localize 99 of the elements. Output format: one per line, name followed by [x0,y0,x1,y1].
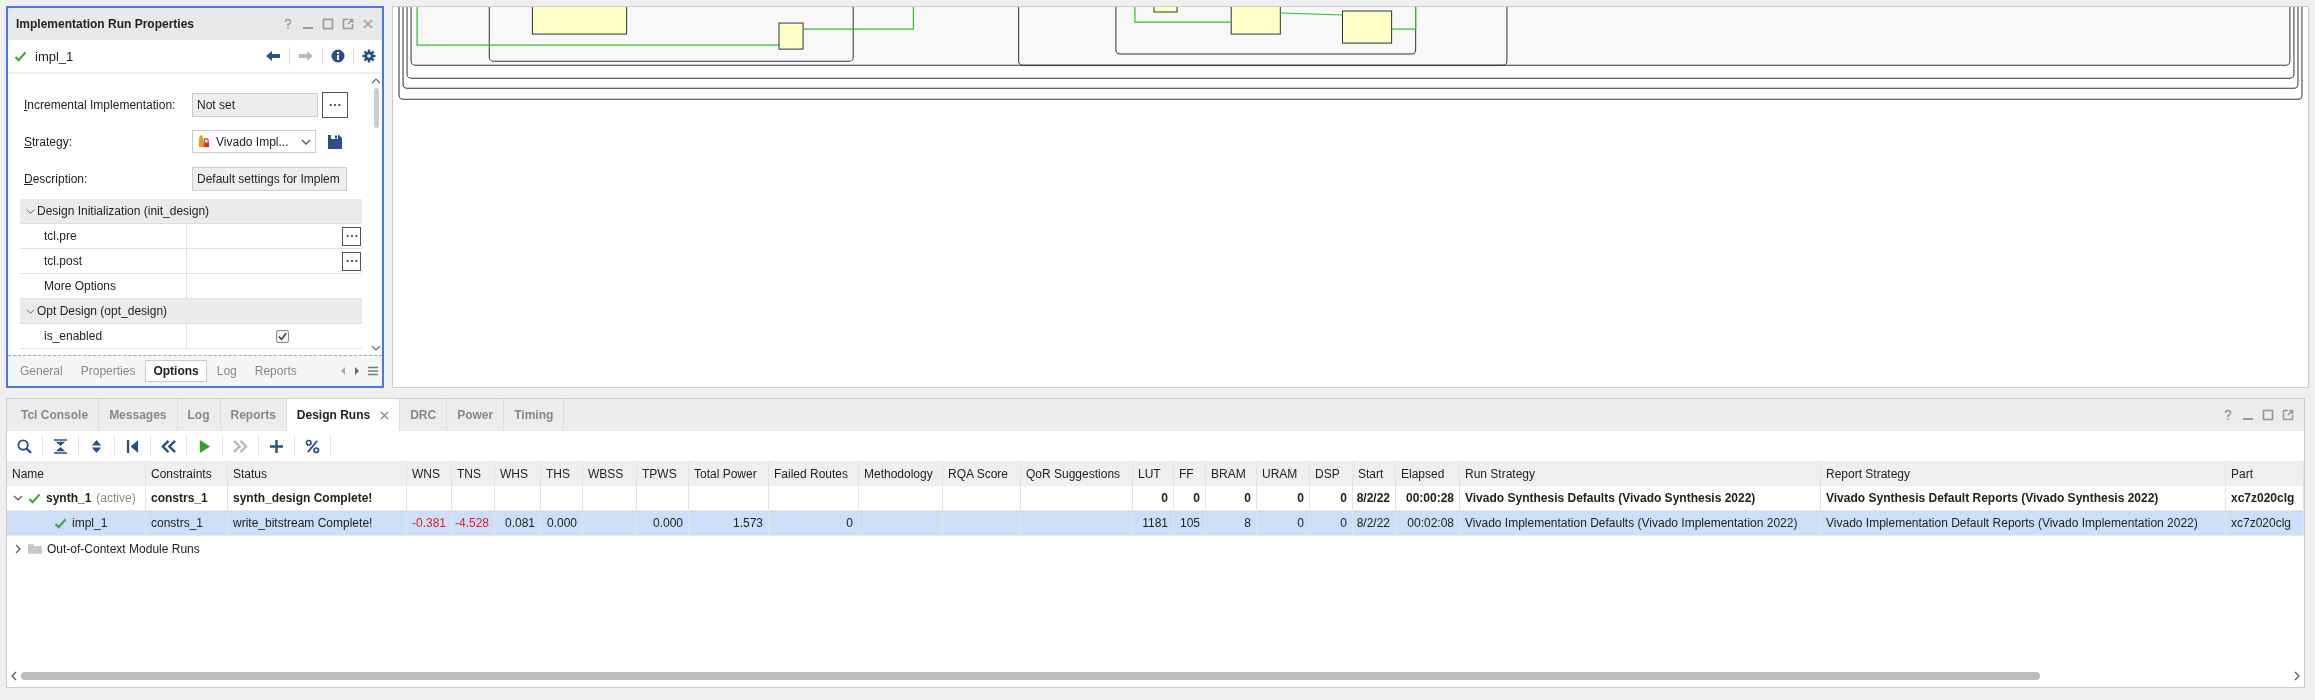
collapse-all-icon[interactable] [53,438,68,454]
column-header[interactable]: FF [1174,461,1206,486]
column-header[interactable]: Start [1353,461,1396,486]
column-header[interactable]: LUT [1133,461,1174,486]
table-cell: 0.000 [541,511,583,536]
run-name: impl_1 [35,48,75,64]
ellipsis-icon [344,234,359,238]
table-cell [583,511,637,536]
run-name[interactable]: synth_1 [46,491,92,505]
active-tag: (active) [96,491,136,505]
scroll-left-icon[interactable] [11,671,17,681]
expand-toggle-icon[interactable] [26,306,35,316]
expand-all-icon[interactable] [89,438,104,454]
column-header[interactable]: Constraints [146,461,228,486]
expand-toggle-icon[interactable] [26,206,35,216]
browse-button[interactable] [342,226,361,246]
caret-icon [301,138,311,145]
back-arrow-icon[interactable] [265,50,281,62]
column-header[interactable]: Name [7,461,146,486]
column-header[interactable]: WHS [495,461,541,486]
table-cell: xc7z020clg [2226,511,2304,536]
checkbox[interactable] [276,329,289,343]
table-cell: 0 [1310,511,1353,536]
column-header[interactable]: BRAM [1206,461,1257,486]
column-header[interactable]: URAM [1257,461,1310,486]
add-icon[interactable] [269,438,284,454]
percent-icon[interactable] [305,438,320,454]
table-row[interactable] [7,511,2304,536]
scroll-up-icon[interactable] [371,78,381,84]
panel-tab[interactable]: Design Runs [286,399,401,431]
first-icon[interactable] [125,438,140,454]
menu-icon[interactable] [368,366,378,376]
field-label: Strategy: [23,134,74,149]
table-cell: -4.528 [452,511,495,536]
table-cell: 1181 [1133,511,1174,536]
expand-toggle-icon[interactable] [13,493,23,503]
column-header[interactable]: THS [541,461,583,486]
panel-tab[interactable]: Options [145,360,207,382]
browse-button[interactable] [322,91,348,118]
run-name[interactable]: Out-of-Context Module Runs [47,541,200,556]
table-cell: -0.381 [407,511,452,536]
table-cell: write_bitstream Complete! [228,511,407,536]
scroll-down-icon[interactable] [371,345,381,351]
description-field[interactable]: Default settings for Implem [192,166,347,191]
table-cell: 0 [1257,511,1310,536]
option-name: More Options [20,274,187,298]
ellipsis-icon [344,259,359,263]
lock-icon [197,135,210,148]
incremental-field[interactable]: Not set [192,92,318,117]
column-header[interactable]: Methodology [859,461,943,486]
column-header[interactable]: WBSS [583,461,637,486]
scrollbar-thumb[interactable] [373,88,379,128]
table-cell: Vivado Implementation Defaults (Vivado Implementation 2022) [1460,511,1821,536]
table-cell: 1.573 [689,511,769,536]
column-header[interactable]: DSP [1310,461,1353,486]
column-header[interactable]: Total Power [689,461,769,486]
panel-title: Implementation Run Properties [16,17,196,31]
column-header[interactable]: Elapsed [1396,461,1460,486]
scroll-right-icon[interactable] [2294,671,2300,681]
field-label: Description: [23,171,89,186]
table-cell: 8/2/22 [1353,511,1396,536]
folder-icon [28,543,42,554]
run-name[interactable]: impl_1 [72,516,108,530]
option-name: is_enabled [20,324,187,348]
table-cell: 105 [1174,511,1206,536]
column-header[interactable]: Status [228,461,407,486]
table-cell: constrs_1 [146,511,228,536]
column-header[interactable]: Part [2226,461,2304,486]
column-header[interactable]: QoR Suggestions [1021,461,1133,486]
column-header[interactable]: Report Strategy [1821,461,2226,486]
column-header[interactable]: RQA Score [943,461,1021,486]
play-icon[interactable] [197,438,212,454]
field-label: Incremental Implementation: [23,97,177,112]
close-icon[interactable] [380,410,390,420]
settings-icon[interactable] [362,49,376,63]
option-name: tcl.pre [20,224,187,248]
scroll-right-icon[interactable] [354,366,360,376]
strategy-dropdown[interactable]: Vivado Impl... [192,130,316,153]
search-icon[interactable] [17,438,32,454]
ellipsis-icon [328,102,342,107]
column-header[interactable]: Run Strategy [1460,461,1821,486]
column-header[interactable]: TPWS [637,461,689,486]
table-cell: 0.081 [495,511,541,536]
scrollbar-thumb[interactable] [21,672,2041,680]
info-icon[interactable] [331,49,345,63]
column-header[interactable]: TNS [452,461,495,486]
expand-toggle-icon[interactable] [13,543,23,554]
double-left-chevron-icon[interactable] [161,438,176,454]
column-header[interactable]: Failed Routes [769,461,859,486]
table-cell: 00:02:08 [1396,511,1460,536]
table-cell: 0.000 [637,511,689,536]
table-cell: 0 [769,511,859,536]
table-cell: Vivado Implementation Default Reports (Vivado Implementation 2022) [1821,511,2226,536]
table-row[interactable]: Out-of-Context Module Runs [7,536,2304,561]
save-icon[interactable] [328,134,342,149]
column-header[interactable]: WNS [407,461,452,486]
browse-button[interactable] [342,251,361,271]
table-cell: 8 [1206,511,1257,536]
option-name: tcl.post [20,249,187,273]
